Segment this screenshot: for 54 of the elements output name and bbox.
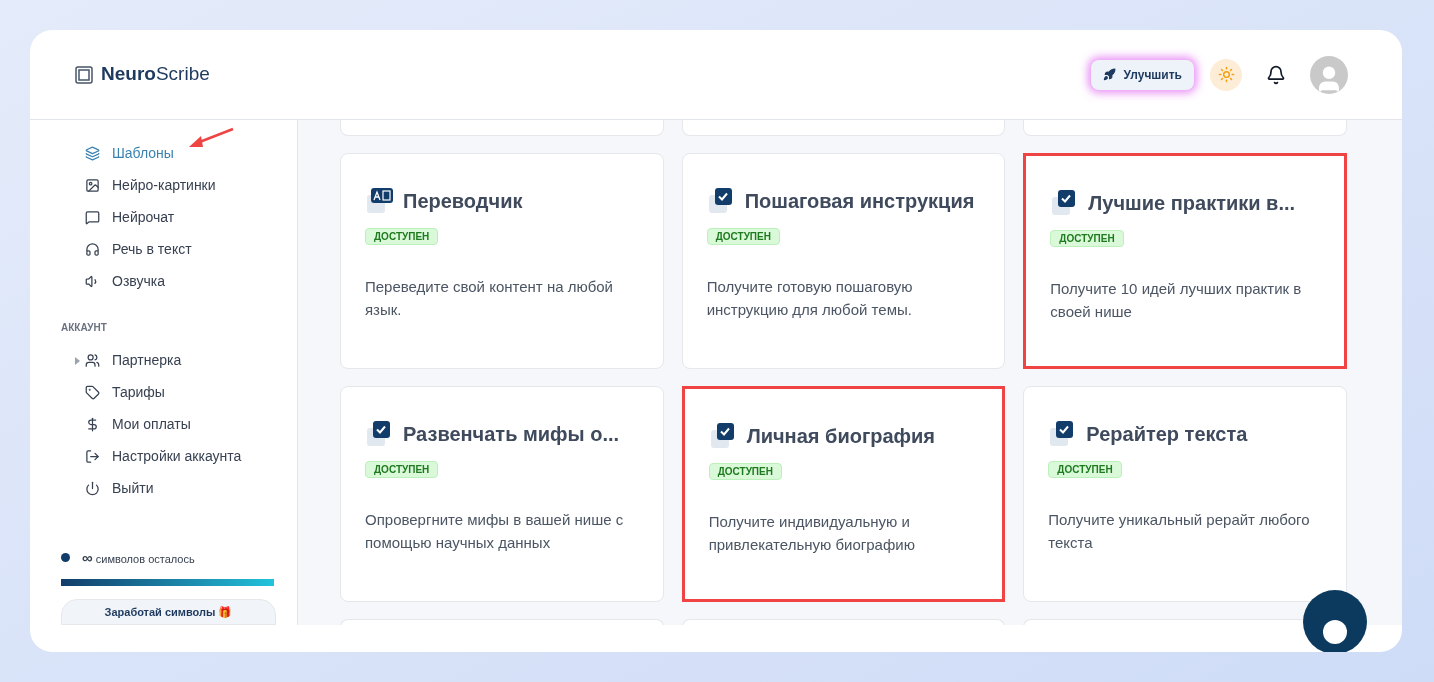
nav-item[interactable]: Нейрочат <box>61 201 273 234</box>
card-description: Получите 10 идей лучших практик в своей нише <box>1050 279 1303 322</box>
card-title: Личная биография <box>746 424 936 449</box>
users-icon <box>85 353 100 369</box>
nav-item[interactable]: Настройки аккаунта <box>61 440 273 473</box>
card-title: Переводчик <box>403 189 523 214</box>
status-badge: ДОСТУПЕН <box>706 228 780 245</box>
earn-button[interactable]: Заработай символы 🎁 <box>61 599 276 625</box>
headphones-icon <box>85 242 100 258</box>
card-description: Получите уникальный рерайт любого текста <box>1048 510 1311 553</box>
template-card[interactable]: Переводчик ДОСТУПЕН Переведите свой контент на любой язык. <box>340 153 664 369</box>
nav-item[interactable]: Озвучка <box>61 265 273 298</box>
card-description: Опровергните мифы в вашей нише с помощью научных данных <box>365 510 625 553</box>
template-card[interactable]: Развенчать мифы о... ДОСТУПЕН Опровергните мифы в вашей нише с помощью научных данных <box>340 386 664 602</box>
tag-icon <box>85 385 100 401</box>
theme-toggle[interactable] <box>1210 58 1242 91</box>
status-badge: ДОСТУПЕН <box>1048 461 1122 478</box>
nav-item[interactable]: Нейро-картинки <box>61 169 273 202</box>
template-card[interactable]: Рерайтер текста ДОСТУПЕН Получите уникальный рерайт любого текста <box>1023 386 1347 602</box>
nav-item[interactable]: Мои оплаты <box>61 408 273 441</box>
nav-item[interactable]: Партнерка <box>61 344 273 377</box>
card-title: Пошаговая инструкция <box>744 189 975 214</box>
rocket-icon <box>1102 68 1116 81</box>
card-description: Получите готовую пошаговую инструкцию для любой темы. <box>706 277 914 320</box>
status-badge: ДОСТУПЕН <box>365 461 439 478</box>
dollar-icon <box>85 417 100 433</box>
sun-icon <box>1217 66 1235 83</box>
nav-item[interactable]: Тарифы <box>61 376 273 409</box>
nav-item[interactable]: Шаблоны <box>61 138 273 170</box>
section-heading: АККАУНТ <box>61 320 108 335</box>
credits-text: ∞ символов осталось <box>82 547 195 568</box>
power-icon <box>85 481 100 497</box>
status-badge: ДОСТУПЕН <box>365 228 439 245</box>
logo-icon <box>75 65 93 84</box>
status-badge: ДОСТУПЕН <box>708 463 782 480</box>
chat-icon <box>1323 620 1347 644</box>
template-card[interactable]: Личная биография ДОСТУПЕН Получите индивидуальную и привлекательную биографию <box>681 386 1006 602</box>
translate-icon <box>365 186 395 216</box>
card-description: Получите индивидуальную и привлекательную биографию <box>708 512 916 555</box>
nav-item[interactable]: Речь в текст <box>61 233 273 266</box>
chat-bubble-icon <box>85 210 100 226</box>
upgrade-button[interactable]: Улучшить <box>1090 59 1194 90</box>
logo-text: NeuroScribe <box>101 62 210 87</box>
template-card[interactable]: Лучшие практики в... ДОСТУПЕН Получите 10 идей лучших практик в своей нише <box>1023 153 1347 369</box>
template-card[interactable]: Пошаговая инструкция ДОСТУПЕН Получите готовую пошаговую инструкцию для любой темы. <box>681 153 1006 369</box>
image-icon <box>85 178 100 194</box>
card-title: Развенчать мифы о... <box>403 422 620 447</box>
card-title: Лучшие практики в... <box>1088 191 1296 216</box>
card-description: Переведите свой контент на любой язык. <box>365 277 614 320</box>
card-title: Рерайтер текста <box>1086 422 1248 447</box>
status-badge: ДОСТУПЕН <box>1050 230 1124 247</box>
notification-icon[interactable] <box>1266 64 1286 85</box>
nav-item[interactable]: Выйти <box>61 472 273 505</box>
layers-icon <box>85 146 100 162</box>
